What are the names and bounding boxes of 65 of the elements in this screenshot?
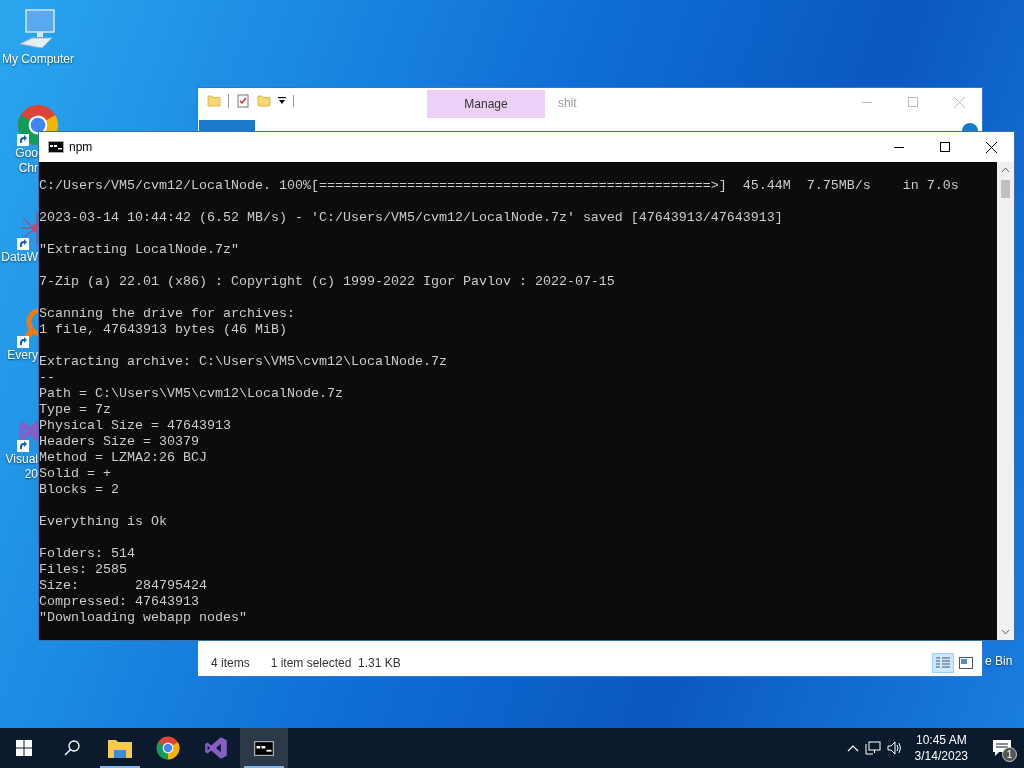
- selection-info: 1 item selected 1.31 KB: [270, 655, 401, 672]
- shortcut-arrow-icon: [17, 238, 29, 250]
- desktop-icon-label[interactable]: 20: [0, 467, 38, 482]
- vertical-scrollbar[interactable]: [997, 162, 1014, 640]
- speaker-icon[interactable]: [886, 741, 903, 755]
- details-list-icon: [936, 657, 950, 669]
- console-output-line: 7-Zip (a) 22.01 (x86) : Copyright (c) 1999-2022 Igor Pavlov : 2022-07-15: [39, 274, 615, 290]
- help-icon[interactable]: [962, 123, 978, 131]
- maximize-icon: [908, 97, 918, 107]
- terminal-icon: [48, 141, 64, 153]
- windows-logo-icon: [16, 740, 32, 756]
- shortcut-arrow-icon: [17, 336, 29, 348]
- console-output-line: Blocks = 2: [39, 482, 119, 498]
- scrollbar-thumb[interactable]: [1001, 180, 1010, 198]
- console-output-line: Size: 284795424: [39, 578, 207, 594]
- desktop-icon-label[interactable]: Chr: [0, 161, 38, 176]
- contextual-tab-header[interactable]: Manage: [427, 90, 545, 118]
- checklist-icon[interactable]: [236, 94, 250, 108]
- console-output-line: Folders: 514: [39, 546, 135, 562]
- desktop-icon-label[interactable]: Every: [0, 348, 38, 363]
- console-output-line: --: [39, 370, 55, 386]
- folder-icon: [108, 738, 132, 758]
- minimize-icon: [894, 146, 904, 148]
- console-output-line: Everything is Ok: [39, 514, 167, 530]
- clock-date[interactable]: 3/14/2023: [914, 748, 968, 764]
- desktop-icon-label[interactable]: Goo: [0, 146, 38, 161]
- terminal-icon: [253, 740, 275, 756]
- desktop-icon-label[interactable]: My Computer: [0, 52, 76, 67]
- console-output-line: "Extracting LocalNode.7z": [39, 242, 239, 258]
- search-icon: [64, 740, 80, 756]
- minimize-icon: [862, 101, 872, 103]
- console-output-line: 1 file, 47643913 bytes (46 MiB): [39, 322, 287, 338]
- close-icon: [985, 141, 997, 153]
- dropdown-caret-icon[interactable]: [278, 97, 286, 105]
- notification-count-badge: 1: [1002, 747, 1017, 762]
- console-output-line: C:/Users/VM5/cvm12/LocalNode. 100%[=================================================>] 45.44M 7.75MB/s in 7.0s: [39, 178, 959, 194]
- infinity-ribbon-icon: [204, 736, 228, 760]
- console-output-line: Extracting archive: C:\Users\VM5\cvm12\LocalNode.7z: [39, 354, 447, 370]
- window-title: npm: [69, 139, 93, 156]
- console-output-line: 2023-03-14 10:44:42 (6.52 MB/s) - 'C:/Users/VM5/cvm12/LocalNode.7z' saved [47643913/47643913]: [39, 210, 783, 226]
- item-count: 4 items: [211, 655, 250, 672]
- maximize-icon: [940, 142, 950, 152]
- console-output-line: "Downloading webapp nodes": [39, 610, 247, 626]
- console-output-line: Compressed: 47643913: [39, 594, 199, 610]
- console-output-line: Solid = +: [39, 466, 111, 482]
- clock-time[interactable]: 10:45 AM: [915, 732, 967, 748]
- window-title: shit: [558, 95, 577, 112]
- chrome-icon: [156, 736, 180, 760]
- console-output-line: Physical Size = 47643913: [39, 418, 231, 434]
- preview-pane-icon: [959, 657, 973, 669]
- desktop-icon-label[interactable]: e Bin: [985, 652, 1013, 670]
- close-icon: [953, 96, 965, 108]
- taskbar-app-button[interactable]: [240, 728, 288, 768]
- desktop-icon-label[interactable]: DataW: [0, 250, 38, 265]
- console-output-line: Method = LZMA2:26 BCJ: [39, 450, 207, 466]
- console-output-line: Scanning the drive for archives:: [39, 306, 295, 322]
- console-output-line: Type = 7z: [39, 402, 111, 418]
- console-output-line: Path = C:\Users\VM5\cvm12\LocalNode.7z: [39, 386, 343, 402]
- desktop-icon-label[interactable]: Visual: [0, 452, 38, 467]
- shortcut-arrow-icon: [17, 134, 29, 146]
- network-icon[interactable]: [864, 741, 881, 755]
- chevron-up-icon[interactable]: [846, 744, 859, 752]
- console-output-line: Headers Size = 30379: [39, 434, 199, 450]
- console-output-line: Files: 2585: [39, 562, 127, 578]
- shortcut-arrow-icon: [17, 440, 29, 452]
